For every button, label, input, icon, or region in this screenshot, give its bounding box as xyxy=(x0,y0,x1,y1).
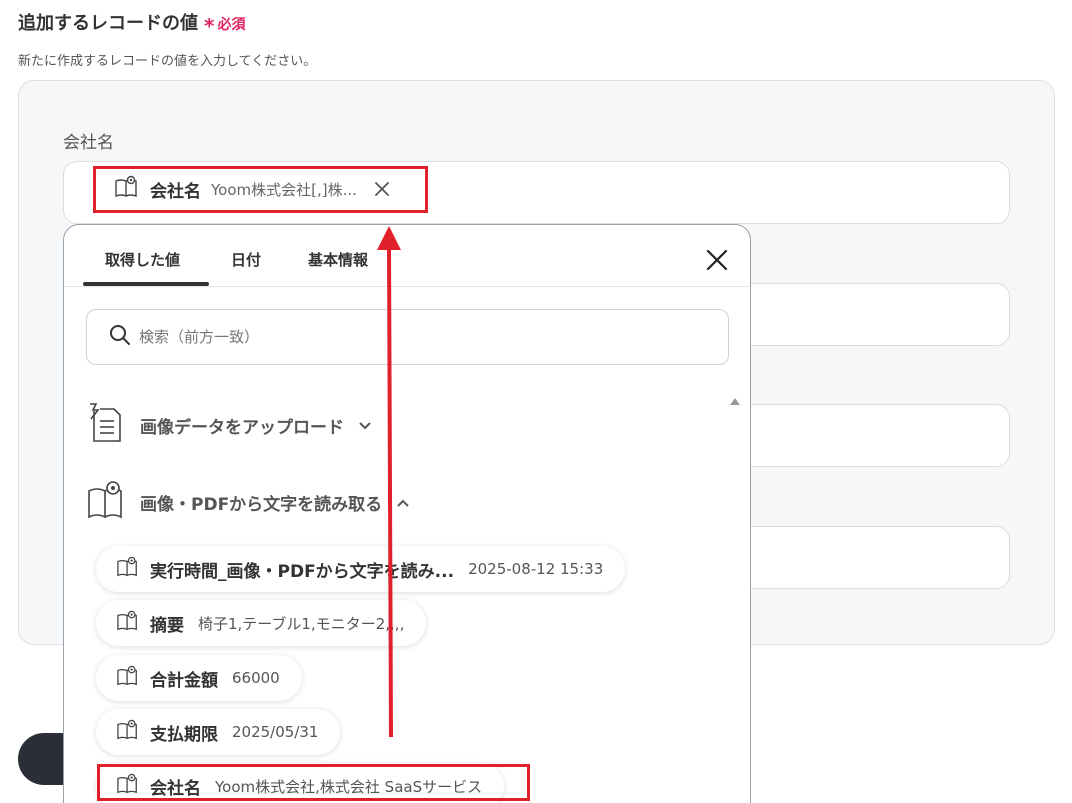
required-indicator: * 必須 xyxy=(204,12,246,38)
search-icon xyxy=(109,324,131,350)
required-label: 必須 xyxy=(217,17,246,33)
popup-tabs: 取得した値 日付 基本情報 xyxy=(64,225,750,287)
ocr-book-icon xyxy=(116,665,140,691)
item-value: 2025/05/31 xyxy=(232,723,319,741)
item-chip-total-amount[interactable]: 合計金額 66000 xyxy=(96,655,302,701)
item-value: 椅子1,テーブル1,モニター2,,,, xyxy=(198,614,405,633)
search-field xyxy=(86,309,729,365)
scroll-up-arrow-icon[interactable] xyxy=(729,393,741,405)
search-input[interactable] xyxy=(139,328,699,346)
highlight-box-source-item xyxy=(97,764,530,801)
tab-date[interactable]: 日付 xyxy=(231,249,261,270)
section-description: 新たに作成するレコードの値を入力してください。 xyxy=(18,54,317,69)
item-label: 実行時間_画像・PDFから文字を読み... xyxy=(150,561,455,582)
chevron-down-icon xyxy=(358,416,372,435)
chevron-up-icon xyxy=(396,493,410,512)
section-title-text: 追加するレコードの値 xyxy=(18,13,198,34)
ocr-book-icon xyxy=(116,719,140,745)
tab-basic-info[interactable]: 基本情報 xyxy=(308,249,368,270)
item-chip-summary[interactable]: 摘要 椅子1,テーブル1,モニター2,,,, xyxy=(96,600,427,646)
item-label: 摘要 xyxy=(150,615,184,636)
ocr-book-icon xyxy=(86,479,126,525)
group-upload-image[interactable]: 画像データをアップロード xyxy=(86,401,372,449)
group-label-ocr: 画像・PDFから文字を読み取る xyxy=(140,494,383,515)
value-picker-popup: 取得した値 日付 基本情報 画像デ xyxy=(63,224,751,803)
close-icon[interactable] xyxy=(704,247,730,273)
field-label-company: 会社名 xyxy=(63,133,114,153)
item-value: 2025-08-12 15:33 xyxy=(468,560,604,578)
ocr-book-icon xyxy=(116,556,140,582)
group-label-upload: 画像データをアップロード xyxy=(140,417,344,438)
item-value: 66000 xyxy=(232,669,280,687)
upload-document-icon xyxy=(86,401,126,449)
ocr-book-icon xyxy=(116,610,140,636)
tab-acquired-values[interactable]: 取得した値 xyxy=(105,249,180,270)
highlight-box-chip xyxy=(93,166,428,213)
item-label: 合計金額 xyxy=(150,670,218,691)
group-ocr[interactable]: 画像・PDFから文字を読み取る xyxy=(86,479,410,525)
item-label: 支払期限 xyxy=(150,724,218,745)
active-tab-indicator xyxy=(83,282,209,286)
item-chip-exec-time[interactable]: 実行時間_画像・PDFから文字を読み... 2025-08-12 15:33 xyxy=(96,546,626,592)
section-title: 追加するレコードの値 * 必須 xyxy=(18,9,246,38)
required-star: * xyxy=(204,14,215,38)
item-chip-due-date[interactable]: 支払期限 2025/05/31 xyxy=(96,709,341,755)
